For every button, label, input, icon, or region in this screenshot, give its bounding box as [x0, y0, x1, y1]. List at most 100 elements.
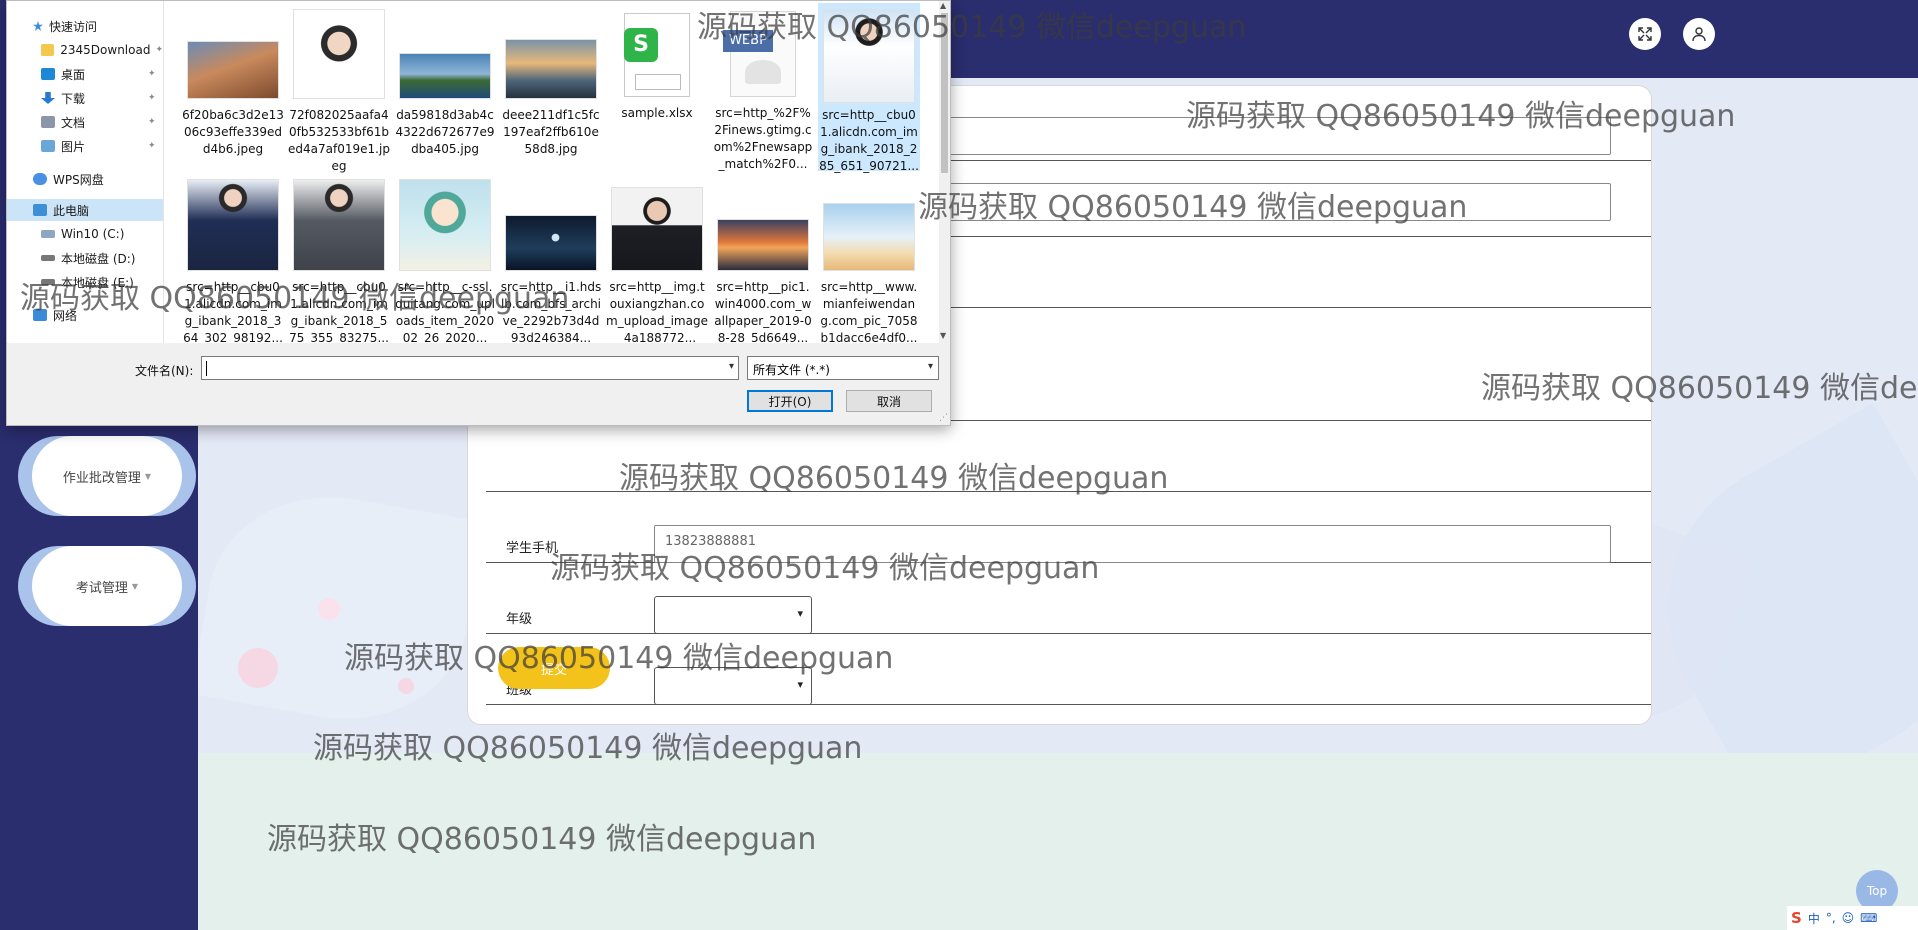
scrollbar-thumb[interactable] — [941, 13, 948, 173]
file-name: src=http__pic1.win4000.com_wallpaper_201… — [714, 280, 812, 343]
nav-label: 文档 — [61, 115, 86, 130]
file-name: deee211df1c5fc197eaf2ffb610e58d8.jpg — [502, 108, 600, 156]
file-item[interactable]: src=http__img.touxiangzhan.com_upload_im… — [606, 187, 708, 343]
nav-documents[interactable]: 文档 ✦ — [41, 111, 163, 133]
nav-label: 2345Download — [60, 43, 151, 57]
sidebar-item-exam[interactable]: 考试管理 ▼ — [18, 546, 196, 626]
image-thumbnail — [293, 9, 385, 99]
cancel-button[interactable]: 取消 — [846, 390, 932, 412]
image-thumbnail — [717, 219, 809, 271]
download-icon — [41, 92, 55, 104]
pin-icon: ✦ — [148, 117, 156, 127]
nav-label: 桌面 — [61, 67, 86, 82]
image-thumbnail — [505, 215, 597, 271]
file-item[interactable]: 72f082025aafa40fb532533bf61bed4a7af019e1… — [288, 9, 390, 175]
image-thumbnail — [293, 179, 385, 271]
nav-quick-access[interactable]: 快速访问 — [33, 15, 161, 37]
user-icon[interactable] — [1683, 18, 1715, 50]
file-item[interactable]: S sample.xlsx — [606, 13, 708, 122]
nav-wps-cloud[interactable]: WPS网盘 — [33, 168, 161, 190]
flower-decoration — [398, 678, 414, 694]
image-thumbnail — [187, 179, 279, 271]
folder-icon — [41, 44, 55, 56]
file-name: 72f082025aafa40fb532533bf61bed4a7af019e1… — [288, 108, 390, 173]
image-thumbnail — [611, 187, 703, 271]
nav-label: 图片 — [61, 139, 86, 154]
image-thumbnail — [399, 53, 491, 99]
leaf-decoration — [198, 477, 486, 739]
nav-label: Win10 (C:) — [61, 227, 125, 241]
caret-down-icon: ▼ — [131, 581, 139, 591]
filename-input[interactable]: ▾ — [201, 356, 739, 380]
vertical-scrollbar[interactable]: ▲ ▼ — [939, 1, 950, 343]
star-icon — [33, 21, 43, 31]
form-row — [486, 420, 1651, 492]
emoji-icon[interactable]: ☺ — [1842, 911, 1855, 925]
ime-toolbar[interactable]: S 中 °, ☺ ⌨ — [1787, 906, 1918, 930]
nav-drive-c[interactable]: Win10 (C:) — [41, 223, 163, 245]
nav-2345download[interactable]: 2345Download ✦ — [41, 39, 163, 61]
image-thumbnail — [505, 39, 597, 99]
file-name: sample.xlsx — [621, 106, 693, 120]
submit-button[interactable]: 提交 — [498, 647, 610, 689]
nav-drive-d[interactable]: 本地磁盘 (D:) — [41, 247, 163, 269]
scroll-down-icon[interactable]: ▼ — [940, 331, 946, 340]
cloud-icon — [33, 173, 47, 185]
file-item[interactable]: WEBP src=http_%2F%2Finews.gtimg.com%2Fne… — [712, 11, 814, 173]
phone-input[interactable]: 13823888881 — [654, 525, 1611, 563]
file-item[interactable]: 6f20ba6c3d2e1306c93effe339edd4b6.jpeg — [182, 41, 284, 158]
file-item[interactable]: src=http__www.mianfeiwendang.com_pic_705… — [818, 203, 920, 343]
nav-label: 本地磁盘 (E:) — [61, 275, 134, 290]
open-button[interactable]: 打开(O) — [747, 390, 833, 412]
nav-label: WPS网盘 — [53, 172, 104, 187]
webp-icon: WEBP — [723, 11, 796, 97]
file-list: 6f20ba6c3d2e1306c93effe339edd4b6.jpeg 72… — [164, 1, 940, 343]
file-name: src=http__img.touxiangzhan.com_upload_im… — [606, 280, 708, 343]
chevron-down-icon[interactable]: ▾ — [729, 361, 734, 372]
sidebar-item-homework[interactable]: 作业批改管理 ▼ — [18, 436, 196, 516]
drive-icon — [41, 255, 55, 261]
nav-label: 网络 — [53, 308, 78, 323]
drive-icon — [41, 279, 55, 285]
form-row-class: 班级 ▾ — [486, 633, 1651, 705]
file-item[interactable]: src=http__pic1.win4000.com_wallpaper_201… — [712, 219, 814, 343]
scroll-up-icon[interactable]: ▲ — [940, 1, 946, 10]
chevron-down-icon: ▾ — [927, 361, 933, 372]
sidebar-item-label: 考试管理 — [75, 580, 128, 596]
caret-down-icon: ▼ — [144, 471, 152, 481]
resize-grip-icon[interactable]: ⋰ — [939, 413, 948, 423]
pin-icon: ✦ — [148, 141, 156, 151]
nav-downloads[interactable]: 下载 ✦ — [41, 87, 163, 109]
file-item[interactable]: src=http__i1.hdslb.com_bfs_archive_2292b… — [500, 215, 602, 343]
keyboard-icon[interactable]: ⌨ — [1860, 911, 1877, 925]
file-item[interactable]: da59818d3ab4c4322d672677e9dba405.jpg — [394, 53, 496, 158]
class-select[interactable]: ▾ — [654, 667, 812, 705]
file-item[interactable]: deee211df1c5fc197eaf2ffb610e58d8.jpg — [500, 39, 602, 158]
expand-icon[interactable] — [1629, 18, 1661, 50]
page-bottom — [198, 753, 1918, 930]
image-thumbnail — [399, 179, 491, 271]
image-thumbnail — [823, 9, 915, 103]
file-item[interactable]: src=http__c-ssl.duitang.com_uploads_item… — [394, 179, 496, 343]
file-item-selected[interactable]: src=http__cbu01.alicdn.com_img_ibank_201… — [818, 3, 920, 173]
file-item[interactable]: src=http__cbu01.alicdn.com_img_ibank_201… — [182, 179, 284, 343]
filetype-value: 所有文件 (*.*) — [753, 363, 830, 377]
nav-label: 此电脑 — [53, 203, 90, 218]
spreadsheet-icon: S — [624, 13, 690, 97]
nav-drive-e[interactable]: 本地磁盘 (E:) — [41, 271, 163, 293]
nav-network[interactable]: 网络 — [33, 304, 161, 326]
grade-select[interactable]: ▾ — [654, 596, 812, 634]
filename-label: 文件名(N): — [135, 364, 194, 378]
ime-language[interactable]: 中 — [1808, 910, 1820, 927]
nav-pictures[interactable]: 图片 ✦ — [41, 135, 163, 157]
nav-desktop[interactable]: 桌面 ✦ — [41, 63, 163, 85]
filetype-select[interactable]: 所有文件 (*.*) ▾ — [747, 356, 939, 380]
punctuation-icon[interactable]: °, — [1826, 911, 1836, 925]
documents-icon — [41, 116, 55, 128]
sogou-logo-icon: S — [1791, 909, 1802, 927]
sidebar-item-label: 作业批改管理 — [62, 470, 141, 486]
nav-this-pc[interactable]: 此电脑 — [7, 199, 163, 221]
pin-icon: ✦ — [155, 45, 163, 55]
file-item[interactable]: src=http__cbu01.alicdn.com_img_ibank_201… — [288, 179, 390, 343]
form-row-grade: 年级 ▾ — [486, 562, 1651, 634]
